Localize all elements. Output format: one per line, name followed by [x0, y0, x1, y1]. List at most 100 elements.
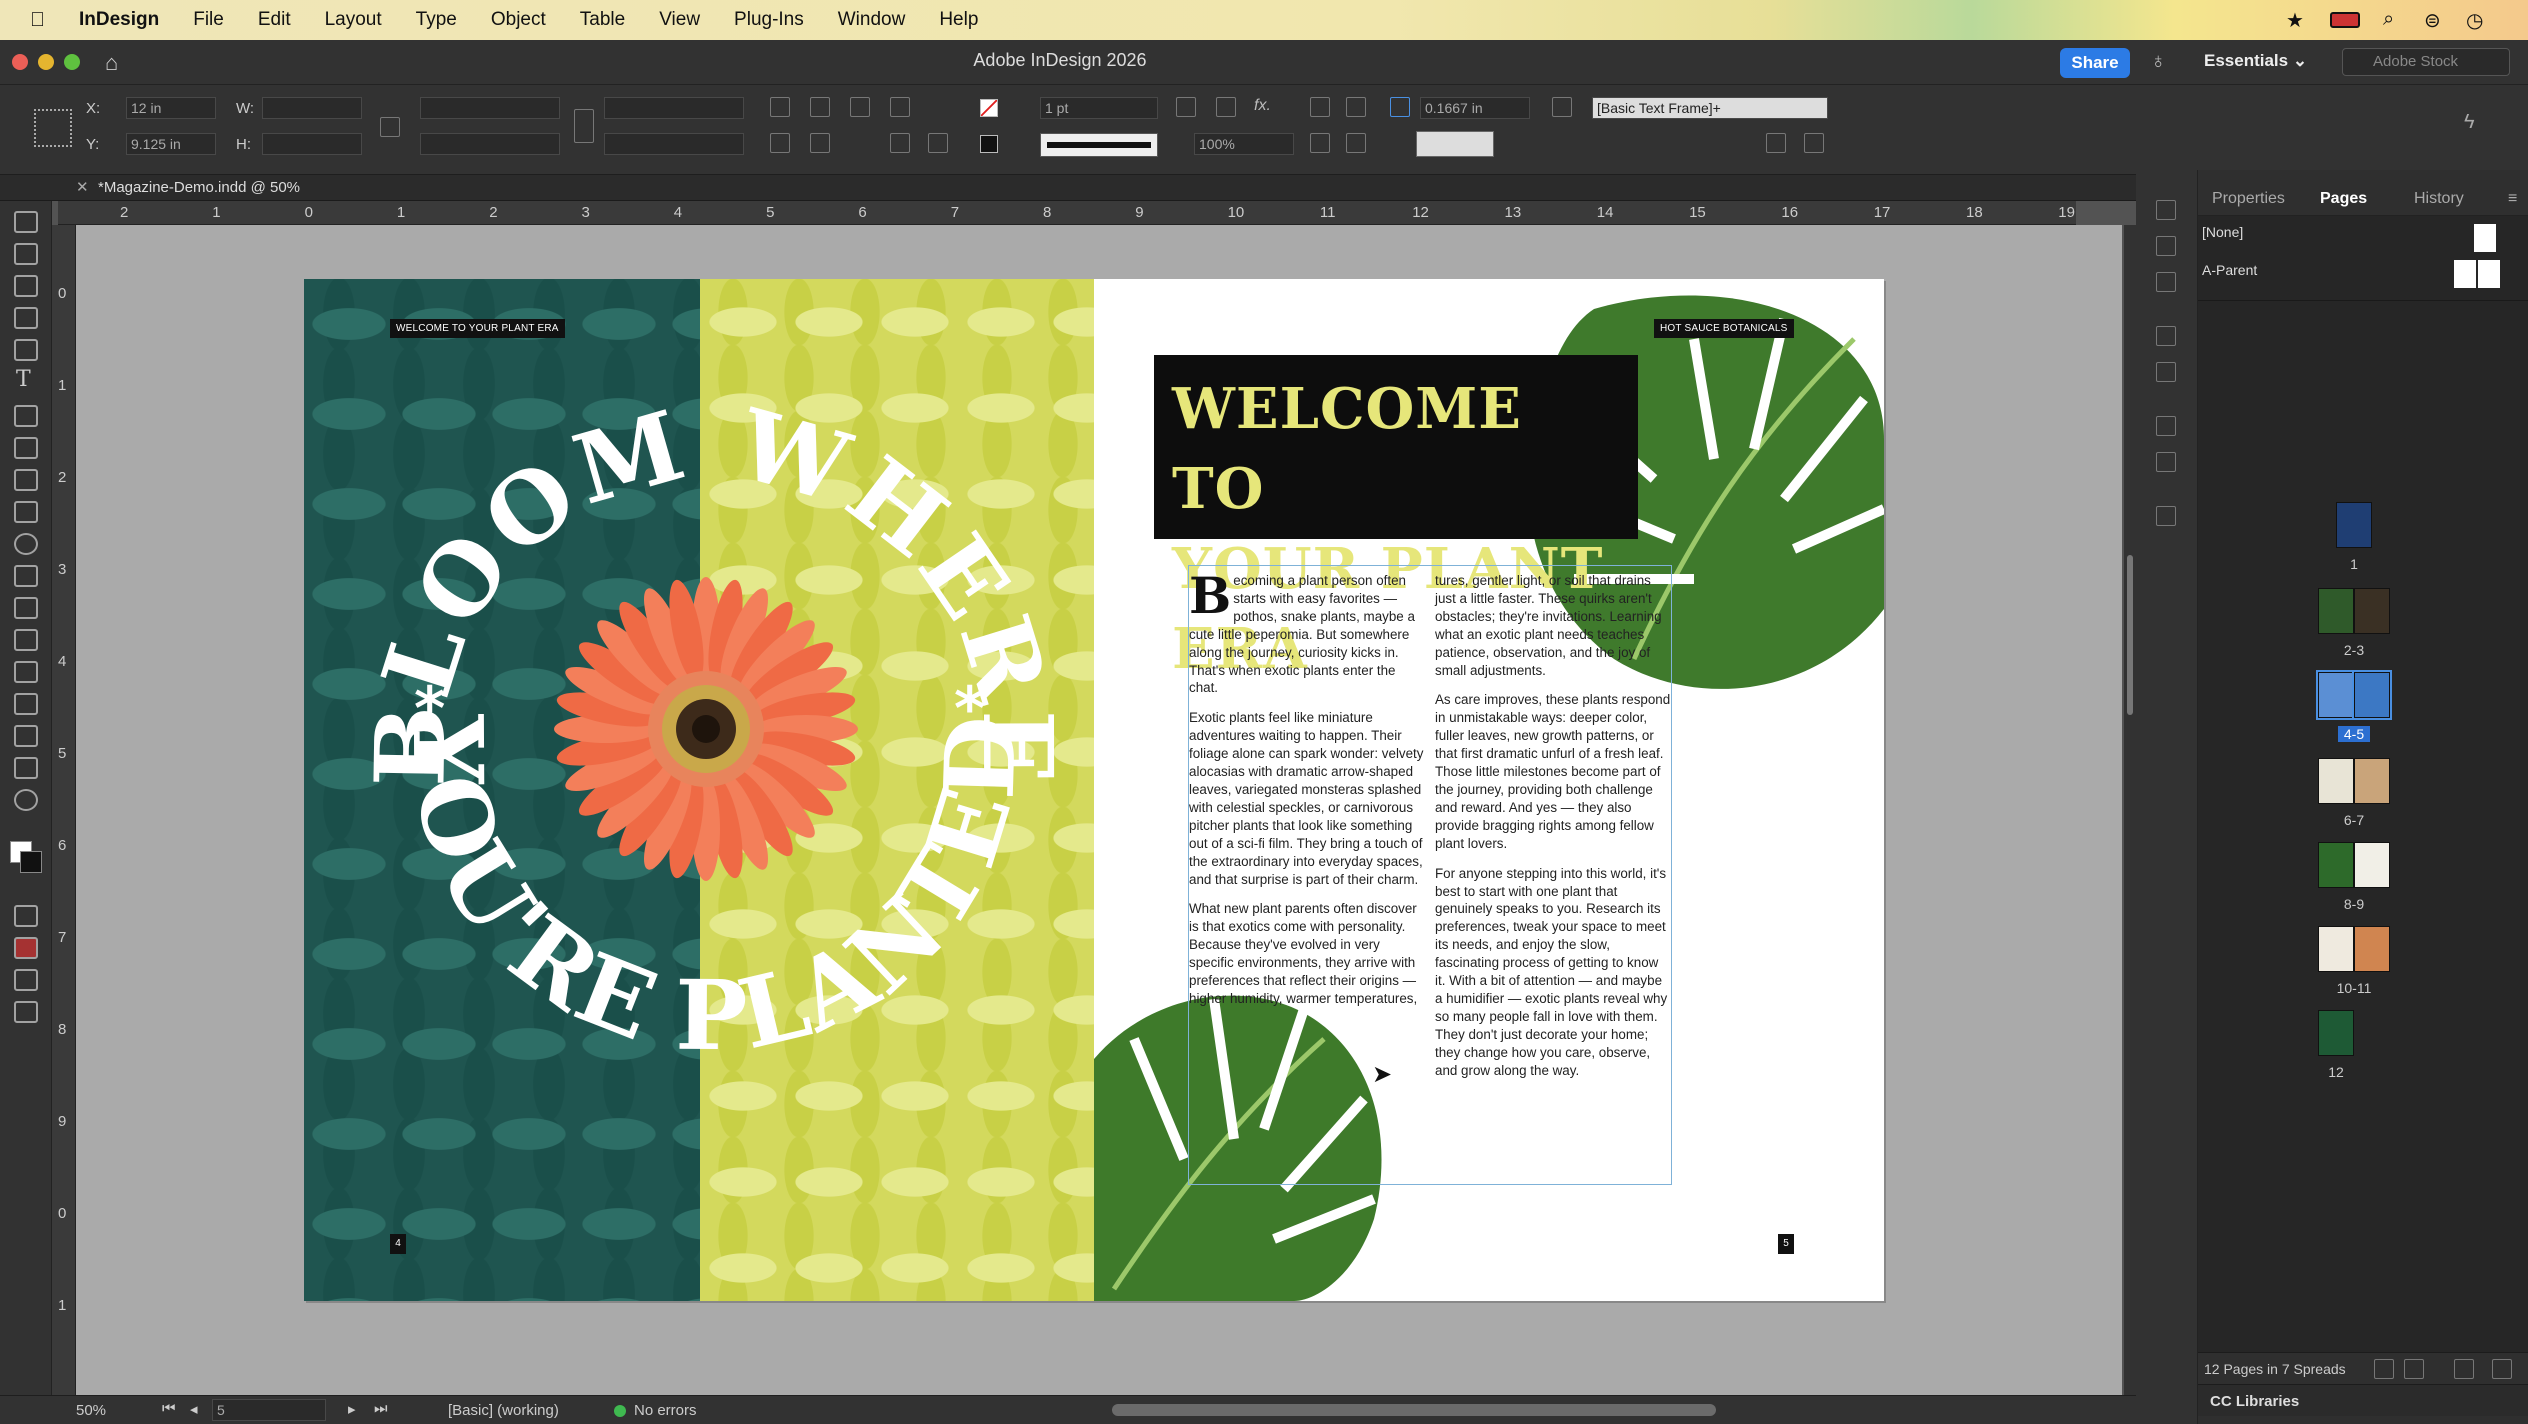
close-tab-icon[interactable]: ✕ — [76, 178, 89, 196]
page-thumb-12[interactable] — [2318, 1010, 2354, 1056]
menu-plugins[interactable]: Plug-Ins — [734, 9, 804, 31]
drop-shadow-icon[interactable] — [1216, 97, 1236, 117]
vertical-scrollbar[interactable] — [2124, 225, 2136, 1395]
object-style-select[interactable]: [Basic Text Frame]+ — [1592, 97, 1828, 119]
text-wrap-bbox-icon[interactable] — [1346, 97, 1366, 117]
character-styles-icon[interactable] — [2156, 452, 2176, 472]
panel-menu-icon[interactable]: ≡ — [2508, 190, 2517, 208]
scale-x-field[interactable] — [420, 97, 560, 119]
control-center-icon[interactable]: ⊜ — [2424, 8, 2441, 33]
cc-libraries-icon[interactable] — [2156, 272, 2176, 292]
flip-icon[interactable] — [890, 97, 910, 117]
stroke-type-select[interactable] — [1040, 133, 1158, 157]
frame-color-select[interactable] — [1416, 131, 1494, 157]
menu-file[interactable]: File — [193, 9, 224, 31]
select-container-icon[interactable] — [890, 133, 910, 153]
horizontal-ruler[interactable]: 2 1 0 1 2 3 4 5 6 7 8 9 10 11 12 13 14 15 16 17 18 19 — [58, 201, 2076, 225]
next-page-icon[interactable]: ▸ — [348, 1400, 356, 1418]
eyedropper-tool-icon[interactable] — [14, 725, 38, 747]
flip-v-icon[interactable] — [810, 133, 830, 153]
menu-view[interactable]: View — [659, 9, 700, 31]
swatches-icon[interactable] — [2156, 362, 2176, 382]
lightning-icon[interactable]: ϟ — [2464, 111, 2475, 134]
menu-help[interactable]: Help — [939, 9, 978, 31]
adobe-stock-search[interactable]: Adobe Stock — [2342, 48, 2510, 76]
page-4[interactable]: WELCOME TO YOUR PLANT ERA BLOOM WHERE YO… — [304, 279, 1094, 1301]
offset-field[interactable]: 0.1667 in — [1420, 97, 1530, 119]
scissors-tool-icon[interactable] — [14, 565, 38, 587]
formatting-affects-container-icon[interactable] — [14, 905, 38, 927]
page-thumb-8[interactable] — [2318, 842, 2354, 888]
parent-a-right-thumb[interactable] — [2478, 260, 2500, 288]
fill-swatch-icon[interactable] — [980, 99, 998, 117]
spread-4-5[interactable]: WELCOME TO YOUR PLANT ERA BLOOM WHERE YO… — [304, 279, 1884, 1301]
stroke-color-icon[interactable] — [20, 851, 42, 873]
type-tool-icon[interactable]: T — [16, 367, 31, 392]
cc-libraries-panel-tab[interactable]: CC Libraries — [2198, 1384, 2528, 1416]
vertical-scroll-thumb[interactable] — [2127, 555, 2133, 715]
parent-none[interactable]: [None] — [2202, 224, 2243, 240]
menu-type[interactable]: Type — [416, 9, 457, 31]
stroke-swatch-icon[interactable] — [980, 135, 998, 153]
pen-tool-icon[interactable] — [14, 437, 38, 459]
parent-a[interactable]: A-Parent — [2202, 262, 2257, 278]
star-icon[interactable]: ★ — [2286, 8, 2304, 33]
delete-page-icon[interactable] — [2492, 1359, 2512, 1379]
folio-left[interactable]: 4 — [390, 1234, 406, 1254]
page-thumb-5[interactable] — [2352, 670, 2392, 720]
preflight-errors[interactable]: No errors — [634, 1402, 697, 1419]
screen-mode-icon[interactable] — [14, 969, 38, 991]
lightbulb-icon[interactable]: ♁ — [2150, 48, 2167, 74]
gradient-feather-tool-icon[interactable] — [14, 661, 38, 683]
edit-page-size-icon[interactable] — [2374, 1359, 2394, 1379]
menu-edit[interactable]: Edit — [258, 9, 291, 31]
distribute-icon[interactable] — [1346, 133, 1366, 153]
arc-title-graphic[interactable]: BLOOM WHERE YOU'RE PLANTED * * — [304, 279, 1094, 1301]
reference-point-icon[interactable] — [34, 109, 72, 147]
page-thumb-1[interactable] — [2336, 502, 2372, 548]
page-tool-icon[interactable] — [14, 275, 38, 297]
tab-properties[interactable]: Properties — [2212, 190, 2285, 208]
tab-history[interactable]: History — [2414, 190, 2464, 208]
page-number-field[interactable]: 5 — [212, 1399, 326, 1421]
note-tool-icon[interactable] — [14, 693, 38, 715]
page-thumb-6[interactable] — [2318, 758, 2354, 804]
quick-apply-icon[interactable] — [1766, 133, 1786, 153]
gap-tool-icon[interactable] — [14, 307, 38, 329]
new-page-icon[interactable] — [2454, 1359, 2474, 1379]
paragraph-styles-icon[interactable] — [2156, 416, 2176, 436]
menu-app[interactable]: InDesign — [79, 9, 159, 31]
direct-selection-tool-icon[interactable] — [14, 243, 38, 265]
new-page-icon-alt[interactable] — [2404, 1359, 2424, 1379]
headline-box[interactable]: WELCOME TO YOUR PLANT ERA — [1154, 355, 1638, 682]
pencil-tool-icon[interactable] — [14, 469, 38, 491]
workspace-switcher[interactable]: Essentials ⌄ — [2204, 51, 2307, 71]
page-thumb-11[interactable] — [2354, 926, 2390, 972]
rotate-field[interactable] — [604, 97, 744, 119]
page-thumb-2[interactable] — [2318, 588, 2354, 634]
ellipse-tool-icon[interactable] — [14, 533, 38, 555]
object-style-icon[interactable] — [1552, 97, 1572, 117]
scale-y-field[interactable] — [420, 133, 560, 155]
constrain-proportions-icon[interactable] — [380, 117, 400, 137]
panel-menu-icon[interactable] — [1804, 133, 1824, 153]
rotate-cw-icon[interactable] — [770, 97, 790, 117]
folio-right[interactable]: 5 — [1778, 1234, 1794, 1254]
hand-tool-icon[interactable] — [14, 757, 38, 779]
effects-icon[interactable]: fx. — [1254, 97, 1271, 115]
selection-tool-icon[interactable] — [14, 211, 38, 233]
page-thumb-7[interactable] — [2354, 758, 2390, 804]
body-text-frame[interactable]: Becoming a plant person often starts wit… — [1188, 565, 1672, 1185]
menu-window[interactable]: Window — [838, 9, 906, 31]
align-icon[interactable] — [1310, 133, 1330, 153]
tab-pages[interactable]: Pages — [2320, 190, 2367, 208]
document-tab[interactable]: *Magazine-Demo.indd @ 50% — [98, 179, 300, 196]
stroke-weight-field[interactable]: 1 pt — [1040, 97, 1158, 119]
h-field[interactable] — [262, 133, 362, 155]
x-field[interactable]: 12 in — [126, 97, 216, 119]
zoom-tool-icon[interactable] — [14, 789, 38, 811]
parent-a-left-thumb[interactable] — [2454, 260, 2476, 288]
shear-field[interactable] — [604, 133, 744, 155]
content-collector-icon[interactable] — [14, 339, 38, 361]
gradient-tool-icon[interactable] — [14, 629, 38, 651]
